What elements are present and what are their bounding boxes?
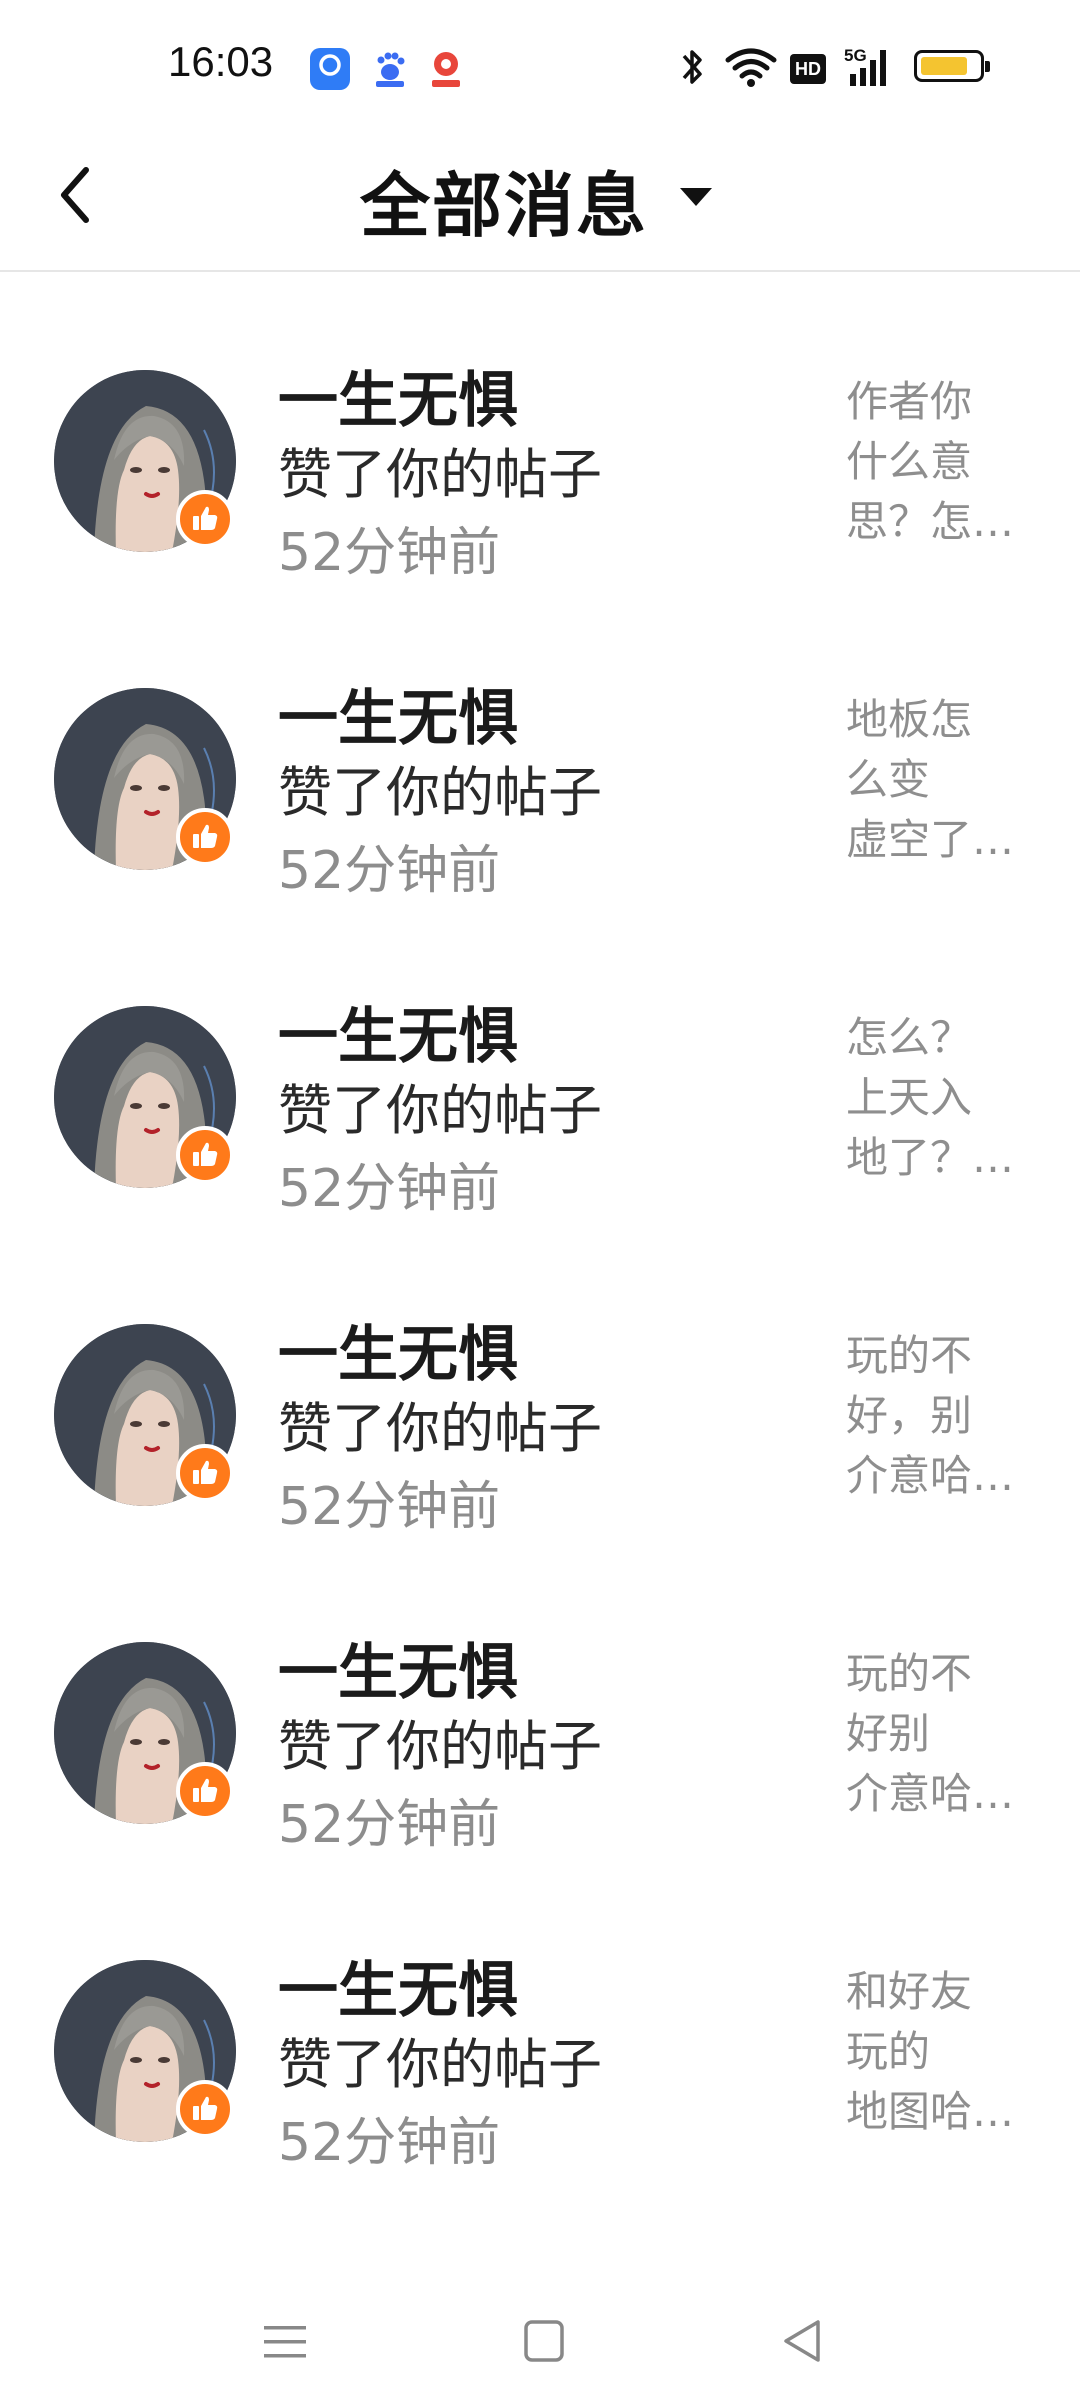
home-square-icon[interactable] — [522, 2318, 566, 2364]
notification-time: 52分钟前 — [278, 1159, 501, 1219]
preview-line: 地了？… — [846, 1133, 1015, 1182]
like-badge — [176, 1762, 234, 1820]
bluetooth-icon — [682, 50, 702, 84]
preview-line: 玩的不 — [846, 1331, 973, 1380]
preview-line: 地图哈… — [846, 2087, 1015, 2136]
preview-line: 上天入 — [846, 1073, 973, 1122]
status-bar: 16:03 HD 5G — [0, 0, 1080, 130]
notification-time: 52分钟前 — [278, 1795, 501, 1855]
sender-name[interactable]: 一生无惧 — [278, 1306, 518, 1393]
notification-time: 52分钟前 — [278, 1477, 501, 1537]
thumbs-up-icon — [193, 824, 218, 848]
notification-action: 赞了你的帖子 — [278, 761, 602, 824]
header: 全部消息 — [0, 130, 1080, 272]
like-badge — [176, 2080, 234, 2138]
preview-line: 思？怎… — [846, 497, 1015, 546]
thumbs-up-icon — [193, 1778, 218, 1802]
list-item[interactable]: 一生无惧 赞了你的帖子 52分钟前 作者你 什么意 思？怎… — [0, 272, 1080, 590]
notification-action: 赞了你的帖子 — [278, 1079, 602, 1142]
like-badge — [176, 490, 234, 548]
message-list: 一生无惧 赞了你的帖子 52分钟前 作者你 什么意 思？怎… 一生无惧 赞了你的… — [0, 272, 1080, 2180]
notification-time: 52分钟前 — [278, 2113, 501, 2173]
app-icon-3 — [426, 48, 466, 90]
list-item[interactable]: 一生无惧 赞了你的帖子 52分钟前 和好友 玩的 地图哈… — [0, 1862, 1080, 2180]
preview-line: 么变 — [846, 755, 931, 804]
list-item[interactable]: 一生无惧 赞了你的帖子 52分钟前 怎么？ 上天入 地了？… — [0, 908, 1080, 1226]
preview-line: 地板怎 — [846, 695, 973, 744]
post-preview[interactable]: 玩的不 好别 介意哈… — [846, 1644, 1026, 1824]
notification-action: 赞了你的帖子 — [278, 1397, 602, 1460]
preview-line: 介意哈… — [846, 1769, 1015, 1818]
sender-name[interactable]: 一生无惧 — [278, 1942, 518, 2029]
post-preview[interactable]: 作者你 什么意 思？怎… — [846, 372, 1026, 552]
menu-icon[interactable] — [262, 2320, 308, 2364]
preview-line: 什么意 — [846, 437, 973, 486]
preview-line: 玩的不 — [846, 1649, 973, 1698]
like-badge — [176, 808, 234, 866]
list-item[interactable]: 一生无惧 赞了你的帖子 52分钟前 玩的不 好，别 介意哈… — [0, 1226, 1080, 1544]
list-item[interactable]: 一生无惧 赞了你的帖子 52分钟前 地板怎 么变 虚空了… — [0, 590, 1080, 908]
back-triangle-icon[interactable] — [780, 2318, 824, 2364]
notification-time: 52分钟前 — [278, 841, 501, 901]
system-nav-bar — [0, 2280, 1080, 2400]
page-title[interactable]: 全部消息 — [360, 150, 648, 251]
caret-down-icon[interactable] — [676, 182, 716, 212]
sender-name[interactable]: 一生无惧 — [278, 352, 518, 439]
preview-line: 作者你 — [846, 377, 973, 426]
wifi-icon — [725, 48, 777, 87]
like-badge — [176, 1126, 234, 1184]
thumbs-up-icon — [193, 506, 218, 530]
status-time: 16:03 — [168, 38, 274, 85]
sender-name[interactable]: 一生无惧 — [278, 670, 518, 757]
preview-line: 怎么？ — [846, 1013, 973, 1062]
post-preview[interactable]: 玩的不 好，别 介意哈… — [846, 1326, 1026, 1506]
sender-name[interactable]: 一生无惧 — [278, 988, 518, 1075]
notification-action: 赞了你的帖子 — [278, 1715, 602, 1778]
baidu-icon — [370, 48, 410, 90]
thumbs-up-icon — [193, 1142, 218, 1166]
post-preview[interactable]: 和好友 玩的 地图哈… — [846, 1962, 1026, 2142]
notification-action: 赞了你的帖子 — [278, 443, 602, 506]
preview-line: 玩的 — [846, 2027, 931, 2076]
thumbs-up-icon — [193, 2096, 218, 2120]
post-preview[interactable]: 地板怎 么变 虚空了… — [846, 690, 1026, 870]
sender-name[interactable]: 一生无惧 — [278, 1624, 518, 1711]
notification-action: 赞了你的帖子 — [278, 2033, 602, 2096]
thumbs-up-icon — [193, 1460, 218, 1484]
preview-line: 和好友 — [846, 1967, 973, 2016]
preview-line: 好，别 — [846, 1391, 973, 1440]
notification-time: 52分钟前 — [278, 523, 501, 583]
back-button[interactable] — [52, 160, 112, 230]
post-preview[interactable]: 怎么？ 上天入 地了？… — [846, 1008, 1026, 1188]
hd-icon: HD — [790, 54, 826, 84]
battery-icon — [914, 50, 990, 82]
preview-line: 好别 — [846, 1709, 931, 1758]
list-item[interactable]: 一生无惧 赞了你的帖子 52分钟前 玩的不 好别 介意哈… — [0, 1544, 1080, 1862]
like-badge — [176, 1444, 234, 1502]
app-icon-1 — [310, 48, 350, 90]
preview-line: 介意哈… — [846, 1451, 1015, 1500]
back-arrow-icon — [61, 167, 89, 223]
preview-line: 虚空了… — [846, 815, 1015, 864]
5g-signal-icon: 5G — [844, 44, 892, 90]
